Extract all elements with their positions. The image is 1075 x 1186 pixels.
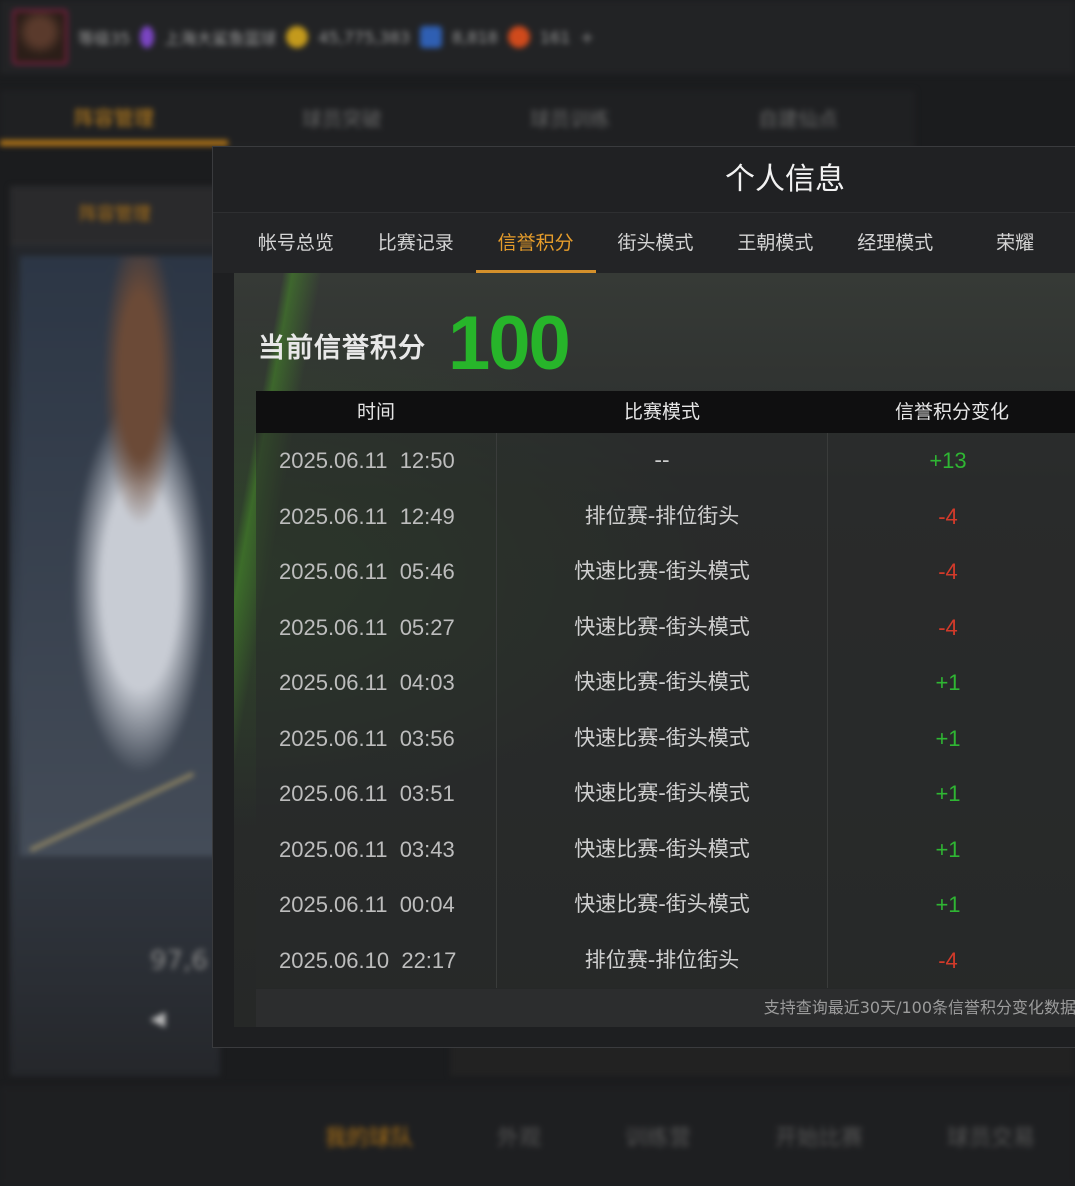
header-mode: 比赛模式 [623, 401, 700, 423]
row-mode: 快速比赛-街头模式 [496, 655, 828, 711]
table-row: 2025.06.11 04:03 快速比赛-街头模式 +1 [256, 655, 1075, 711]
header-time: 时间 [356, 401, 395, 423]
table-row: 2025.06.10 22:17 排位赛-排位街头 -4 [256, 932, 1075, 988]
row-change: +1 [935, 670, 961, 695]
bg-tab-training[interactable]: 球员训练 [456, 103, 684, 132]
row-change: +1 [935, 781, 961, 806]
table-row: 2025.06.11 03:43 快速比赛-街头模式 +1 [256, 821, 1075, 877]
nav-player-trade[interactable]: 球员交易 [947, 1120, 1035, 1152]
nav-appearance[interactable]: 外观 [497, 1120, 541, 1152]
bg-tab-custom[interactable]: 自建仙点 [684, 103, 912, 132]
nav-training-camp[interactable]: 训练营 [625, 1120, 691, 1152]
tab-match-record[interactable]: 比赛记录 [356, 213, 476, 273]
row-change: -4 [938, 614, 958, 640]
current-score: 当前信誉积分 100 [258, 299, 571, 389]
nav-my-team[interactable]: 我的球队 [325, 1120, 413, 1152]
header-change: 信誉积分变化 [894, 401, 1009, 423]
modal-title: 个人信息 [213, 147, 1075, 213]
bg-tab-breakthrough[interactable]: 球员突破 [228, 103, 456, 132]
row-change: +1 [935, 892, 961, 917]
table-body[interactable]: 2025.06.11 12:50 -- +13 2025.06.11 12:49 排位赛… [256, 433, 1075, 988]
row-time: 2025.06.11 03:51 [279, 781, 455, 806]
player-rating: 97,6 [150, 946, 208, 976]
row-mode: 快速比赛-街头模式 [496, 821, 828, 877]
tab-dynasty-mode[interactable]: 王朝模式 [715, 213, 835, 273]
table-row: 2025.06.11 03:56 快速比赛-街头模式 +1 [256, 710, 1075, 766]
player-level: 等级35 [78, 29, 131, 48]
row-mode: 排位赛-排位街头 [496, 932, 828, 988]
tab-honor[interactable]: 荣耀 [955, 213, 1075, 273]
row-time: 2025.06.11 05:46 [279, 559, 455, 584]
bg-tab-lineup[interactable]: 阵容管理 [0, 90, 228, 146]
bottom-nav: 我的球队 外观 训练营 开始比赛 球员交易 [0, 1086, 1075, 1186]
row-mode: 快速比赛-街头模式 [496, 599, 828, 655]
row-mode: -- [496, 433, 828, 489]
table-row: 2025.06.11 12:49 排位赛-排位街头 -4 [256, 488, 1075, 544]
red-token-icon [507, 26, 530, 48]
current-score-label: 当前信誉积分 [258, 333, 426, 364]
row-change: -4 [938, 503, 958, 529]
table-header: 时间 比赛模式 信誉积分变化 [256, 391, 1075, 433]
avatar[interactable] [12, 9, 68, 65]
row-mode: 快速比赛-街头模式 [496, 544, 828, 600]
row-mode: 快速比赛-街头模式 [496, 766, 828, 822]
gold-amount: 45,775,383 [318, 27, 410, 47]
tab-credit-score[interactable]: 信誉积分 [475, 213, 596, 273]
nav-start-game[interactable]: 开始比赛 [775, 1120, 863, 1152]
row-time: 2025.06.11 03:43 [279, 836, 455, 862]
row-time: 2025.06.10 22:17 [279, 947, 457, 973]
row-mode: 快速比赛-街头模式 [496, 710, 828, 766]
row-mode: 快速比赛-街头模式 [496, 877, 828, 933]
query-footnote: 支持查询最近30天/100条信誉积分变化数据 [256, 989, 1075, 1027]
row-change: -4 [938, 947, 958, 973]
table-row: 2025.06.11 00:04 快速比赛-街头模式 +1 [256, 877, 1075, 933]
row-change: +1 [935, 725, 961, 751]
modal-tabs: 帐号总览 比赛记录 信誉积分 街头模式 王朝模式 经理模式 荣耀 [213, 213, 1075, 273]
personal-info-modal: 个人信息 帐号总览 比赛记录 信誉积分 街头模式 王朝模式 经理模式 荣耀 当前… [212, 146, 1075, 1048]
top-bar: 等级35 上海大鲨鱼篮球 45,775,383 8,818 161 + [0, 0, 1075, 74]
gold-coin-icon [286, 26, 309, 48]
lineup-panel: 阵容管理 97,6 ◀ [10, 186, 231, 1076]
tab-manager-mode[interactable]: 经理模式 [835, 213, 955, 273]
table-row: 2025.06.11 12:50 -- +13 [256, 433, 1075, 489]
prev-player-icon[interactable]: ◀ [150, 1006, 165, 1030]
row-mode: 排位赛-排位街头 [496, 488, 828, 544]
table-row: 2025.06.11 03:51 快速比赛-街头模式 +1 [256, 766, 1075, 822]
team-name: 上海大鲨鱼篮球 [164, 29, 277, 48]
credit-history-table: 时间 比赛模式 信誉积分变化 2025.06.11 12:50 -- +13 2025… [256, 391, 1075, 988]
row-change: -4 [938, 559, 958, 584]
table-row: 2025.06.11 05:46 快速比赛-街头模式 -4 [256, 544, 1075, 600]
table-row: 2025.06.11 05:27 快速比赛-街头模式 -4 [256, 599, 1075, 655]
red-amount: 161 [539, 27, 571, 47]
row-time: 2025.06.11 12:50 [279, 448, 455, 473]
row-time: 2025.06.11 04:03 [279, 670, 455, 695]
blue-token-icon [420, 26, 442, 48]
tab-street-mode[interactable]: 街头模式 [596, 213, 716, 273]
row-change: +1 [935, 836, 961, 862]
background-tabs: 阵容管理 球员突破 球员训练 自建仙点 [0, 90, 915, 146]
credit-score-content: 当前信誉积分 100 时间 比赛模式 信誉积分变化 2025.06.11 12:… [234, 273, 1075, 1027]
row-change: +13 [929, 448, 967, 473]
row-time: 2025.06.11 12:49 [279, 503, 455, 529]
team-icon [140, 26, 155, 48]
tab-account-overview[interactable]: 帐号总览 [236, 213, 356, 273]
row-time: 2025.06.11 03:56 [279, 725, 455, 751]
blue-amount: 8,818 [452, 27, 498, 47]
row-time: 2025.06.11 00:04 [279, 892, 455, 917]
row-time: 2025.06.11 05:27 [279, 614, 455, 640]
current-score-value: 100 [448, 301, 571, 386]
lineup-panel-header: 阵容管理 [10, 186, 220, 244]
player-card-image [20, 256, 220, 856]
add-currency-button[interactable]: + [580, 28, 593, 47]
